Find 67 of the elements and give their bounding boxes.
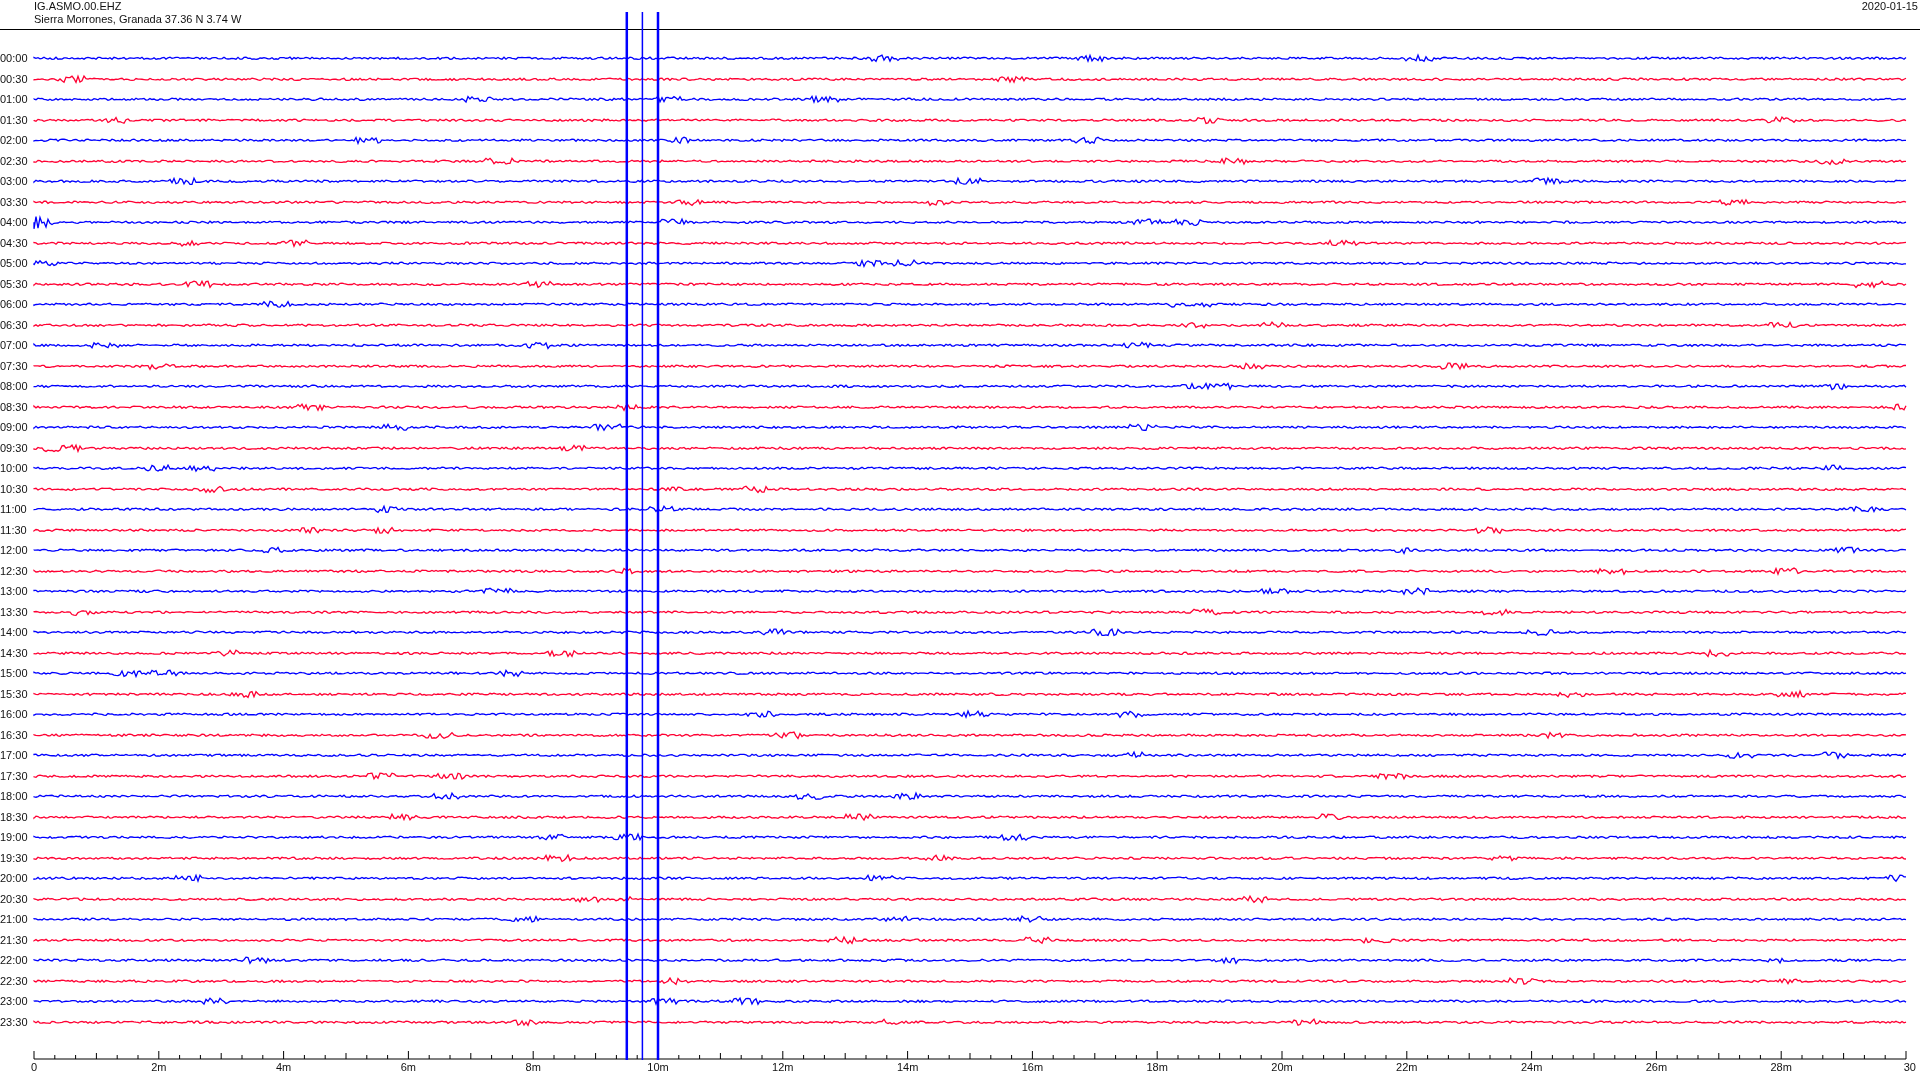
time-label: 20:00 [0, 872, 29, 885]
axis-tick-label: 0 [31, 1061, 38, 1073]
time-label: 19:00 [0, 831, 29, 844]
time-label: 00:30 [0, 72, 29, 85]
time-label: 07:00 [0, 339, 29, 352]
time-label: 23:00 [0, 995, 29, 1008]
station-location: Sierra Morrones, Granada 37.36 N 3.74 W [34, 13, 242, 26]
time-label: 16:00 [0, 708, 29, 721]
time-label: 06:00 [0, 298, 29, 311]
time-label: 20:30 [0, 892, 29, 905]
time-label: 02:30 [0, 154, 29, 167]
time-label: 07:30 [0, 359, 29, 372]
time-label: 06:30 [0, 318, 29, 331]
time-label: 15:00 [0, 667, 29, 680]
time-label: 10:30 [0, 482, 29, 495]
time-label: 22:00 [0, 954, 29, 967]
axis-tick-label: 10m [647, 1061, 669, 1073]
time-label: 04:00 [0, 216, 29, 229]
axis-tick-label: 30 [1903, 1061, 1916, 1073]
time-label: 22:30 [0, 974, 29, 987]
time-label: 12:30 [0, 564, 29, 577]
time-label: 11:00 [0, 503, 28, 516]
time-label: 12:00 [0, 544, 29, 557]
time-label: 19:30 [0, 851, 29, 864]
time-label: 17:30 [0, 769, 29, 782]
axis-tick-label: 4m [275, 1061, 292, 1073]
axis-tick-label: 16m [1021, 1061, 1044, 1073]
time-label: 08:00 [0, 380, 29, 393]
time-label: 00:00 [0, 52, 29, 65]
axis-tick-label: 6m [400, 1061, 417, 1073]
time-label: 23:30 [0, 1015, 29, 1028]
axis-tick-label: 24m [1520, 1061, 1543, 1073]
time-label: 05:00 [0, 257, 29, 270]
axis-tick-label: 28m [1770, 1061, 1792, 1073]
time-label: 21:00 [0, 913, 29, 926]
time-label: 09:00 [0, 421, 29, 434]
axis-tick-label: 14m [896, 1061, 919, 1073]
axis-tick-label: 22m [1396, 1061, 1418, 1073]
time-label: 03:00 [0, 175, 29, 188]
time-label: 16:30 [0, 728, 29, 741]
time-label: 13:30 [0, 605, 29, 618]
axis-tick-label: 18m [1146, 1061, 1168, 1073]
axis-tick-label: 20m [1271, 1061, 1293, 1073]
time-label: 03:30 [0, 195, 29, 208]
time-label: 21:30 [0, 933, 29, 946]
record-date: 2020-01-15 [1861, 0, 1918, 14]
time-label: 18:30 [0, 810, 29, 823]
time-label: 15:30 [0, 687, 29, 700]
time-label: 05:30 [0, 277, 29, 290]
station-code: IG.ASMO.00.EHZ [34, 0, 123, 13]
time-label: 17:00 [0, 749, 29, 762]
time-label: 04:30 [0, 236, 29, 249]
time-label: 08:30 [0, 400, 29, 413]
time-label: 01:00 [0, 93, 29, 106]
axis-tick-label: 8m [525, 1061, 541, 1073]
axis-tick-label: 2m [151, 1061, 167, 1073]
time-label: 11:30 [0, 523, 28, 536]
time-label: 18:00 [0, 790, 29, 803]
time-label: 02:00 [0, 134, 29, 147]
time-label: 01:30 [0, 113, 29, 126]
time-label: 14:00 [0, 626, 29, 639]
time-label: 13:00 [0, 585, 29, 598]
time-label: 14:30 [0, 646, 29, 659]
time-label: 10:00 [0, 462, 29, 475]
axis-tick-label: 12m [772, 1061, 794, 1073]
time-label: 09:30 [0, 441, 29, 454]
axis-tick-label: 26m [1645, 1061, 1668, 1073]
